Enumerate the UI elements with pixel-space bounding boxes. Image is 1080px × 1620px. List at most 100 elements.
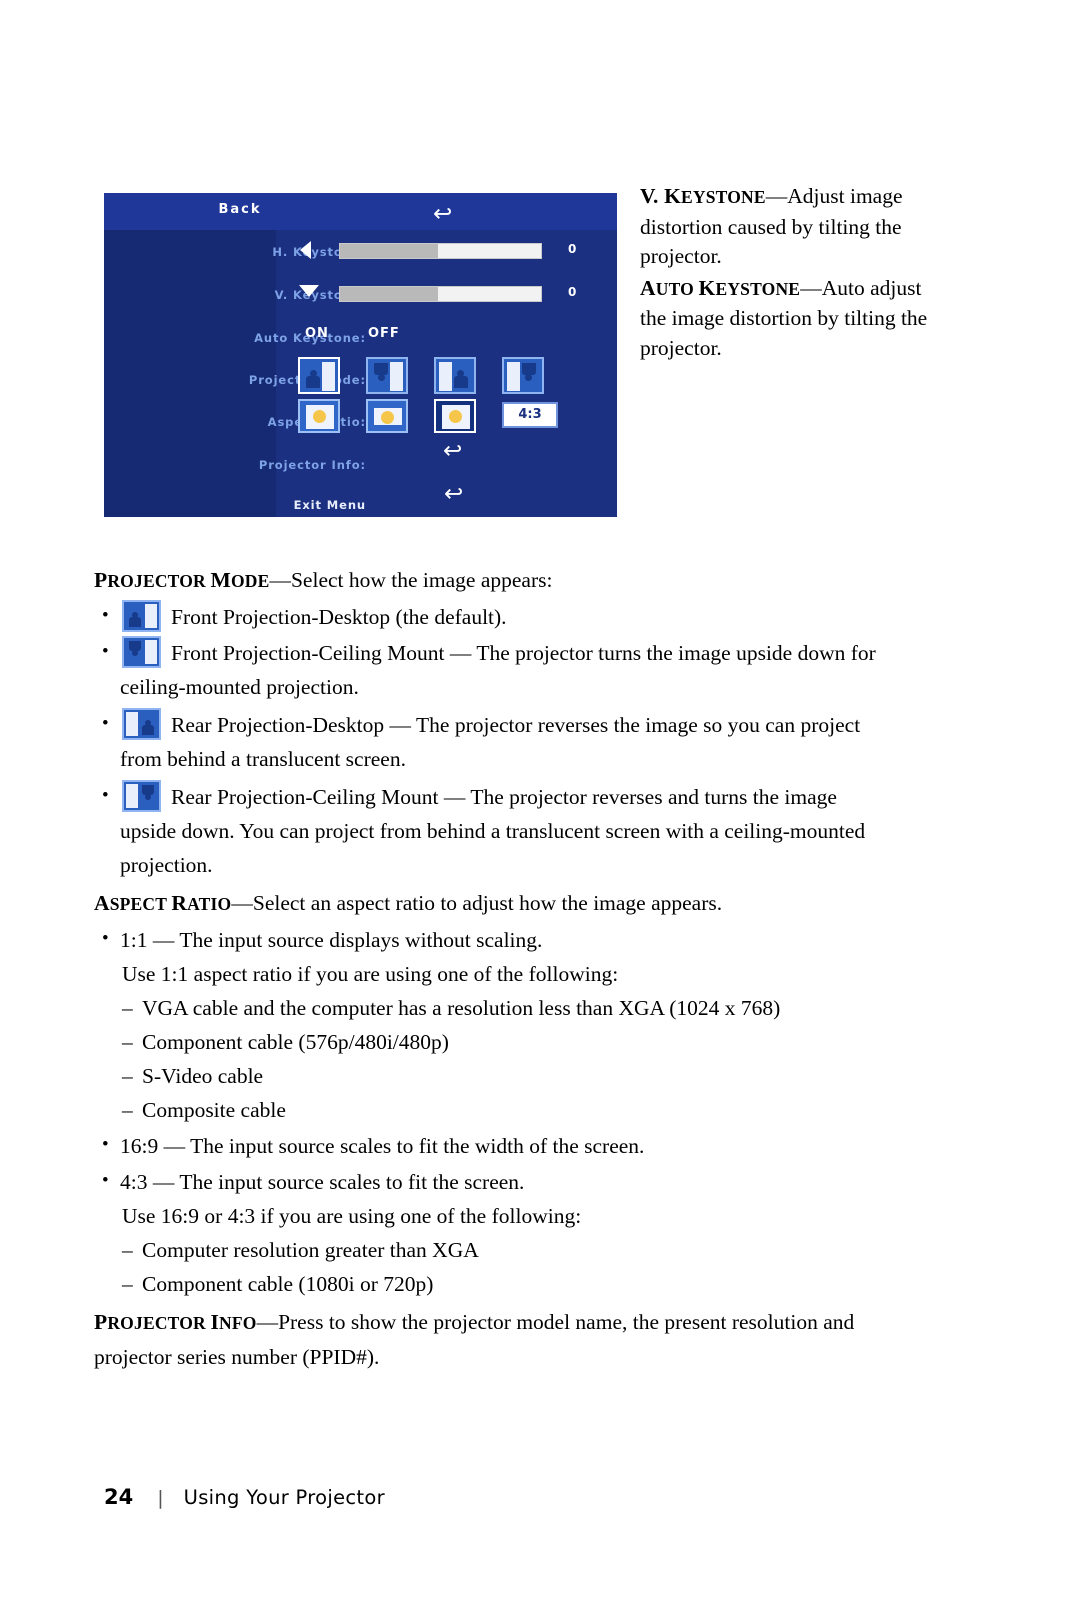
screen-icon xyxy=(145,640,157,664)
aspect-dash-1: Component cable (576p/480i/480p) xyxy=(142,1030,449,1054)
projector-info-return-arrow-icon[interactable]: ↩ xyxy=(443,440,462,463)
list-item: Component cable (576p/480i/480p) xyxy=(94,1025,894,1059)
osd-back-label[interactable]: Back xyxy=(104,202,376,217)
mode-item-3-text: Rear Projection-Ceiling Mount — The proj… xyxy=(120,785,866,877)
h-keystone-slider-fill xyxy=(340,244,438,258)
list-item: Composite cable xyxy=(94,1093,894,1127)
body-text: PROJECTOR MODE—Select how the image appe… xyxy=(94,563,894,1374)
rear-ceiling-icon xyxy=(122,780,161,812)
aspect-head-big: A xyxy=(94,891,110,915)
screen-icon xyxy=(507,362,520,391)
auto-keystone-paragraph: AUTO KEYSTONE—Auto adjust the image dist… xyxy=(640,274,940,364)
person-head-icon xyxy=(132,650,138,656)
projector-mode-head-small: ROJECTOR xyxy=(107,571,211,591)
v-keystone-slider[interactable] xyxy=(339,286,542,302)
sun-icon xyxy=(313,410,326,423)
screen-icon xyxy=(390,362,403,391)
projector-mode-paragraph: PROJECTOR MODE—Select how the image appe… xyxy=(94,563,894,598)
projector-mode-text: Select how the image appears: xyxy=(290,568,553,592)
aspect-dash-3: Composite cable xyxy=(142,1098,286,1122)
person-body-icon xyxy=(129,617,141,627)
v-keystone-slider-fill xyxy=(340,287,438,301)
mode-item-0-text: Front Projection-Desktop (the default). xyxy=(171,605,507,629)
list-item: 4:3 — The input source scales to fit the… xyxy=(94,1164,894,1199)
rear-desktop-icon xyxy=(122,708,161,740)
list-item: Component cable (1080i or 720p) xyxy=(94,1267,894,1301)
aspect-text: Select an aspect ratio to adjust how the… xyxy=(252,891,723,915)
v-keystone-value: 0 xyxy=(568,285,577,299)
footer-separator: | xyxy=(157,1487,164,1509)
list-item: Front Projection-Desktop (the default). xyxy=(94,599,894,634)
osd-projector-mode-rear-ceiling-icon[interactable] xyxy=(502,357,544,394)
projector-info-paragraph: PROJECTOR INFO—Press to show the project… xyxy=(94,1305,894,1374)
osd-aspect-ratio-1to1-icon[interactable] xyxy=(298,399,340,433)
list-item: VGA cable and the computer has a resolut… xyxy=(94,991,894,1025)
aspect-ratio-paragraph: ASPECT RATIO—Select an aspect ratio to a… xyxy=(94,886,894,921)
aspect-dash-5: Component cable (1080i or 720p) xyxy=(142,1272,434,1296)
screen-icon xyxy=(439,362,452,391)
footer-title: Using Your Projector xyxy=(183,1486,385,1509)
aspect-bullet-1-sub: Use 1:1 aspect ratio if you are using on… xyxy=(94,957,894,991)
h-keystone-left-arrow-icon[interactable] xyxy=(300,241,311,259)
v-keystone-head-small: EYSTONE xyxy=(681,187,766,207)
list-item: Rear Projection-Ceiling Mount — The proj… xyxy=(94,779,894,882)
projector-mode-head-big2: M xyxy=(210,568,231,592)
aspect-bullet-3-sub: Use 16:9 or 4:3 if you are using one of … xyxy=(94,1199,894,1233)
osd-projector-mode-front-desktop-icon[interactable] xyxy=(298,357,340,394)
page-number: 24 xyxy=(104,1485,134,1509)
front-desktop-icon xyxy=(122,600,161,632)
h-keystone-value: 0 xyxy=(568,242,577,256)
info-dash: — xyxy=(256,1310,279,1334)
person-head-icon xyxy=(145,720,151,726)
osd-projector-mode-front-ceiling-icon[interactable] xyxy=(366,357,408,394)
person-head-icon xyxy=(457,370,464,377)
aspect-bullet-1-sub-text: Use 1:1 aspect ratio if you are using on… xyxy=(122,962,619,986)
v-keystone-down-arrow-icon[interactable] xyxy=(299,285,319,297)
osd-row-label-projector-info: Projector Info: xyxy=(258,458,366,472)
osd-projector-mode-rear-desktop-icon[interactable] xyxy=(434,357,476,394)
auto-keystone-on-option[interactable]: ON xyxy=(305,326,329,341)
aspect-bullet-2: 16:9 — The input source scales to fit th… xyxy=(120,1134,645,1158)
projector-mode-head-small2: ODE xyxy=(230,571,270,591)
v-keystone-head-big: V. K xyxy=(640,184,682,208)
info-head-small2: NFO xyxy=(219,1313,257,1333)
person-head-icon xyxy=(310,370,317,377)
screen-icon xyxy=(322,362,335,391)
aspect-bullet-3-sub-text: Use 16:9 or 4:3 if you are using one of … xyxy=(122,1204,582,1228)
aspect-dash-0: VGA cable and the computer has a resolut… xyxy=(142,996,781,1020)
info-head-small: ROJECTOR xyxy=(107,1313,211,1333)
auto-keystone-off-option[interactable]: OFF xyxy=(368,326,400,341)
back-return-arrow-icon[interactable]: ↩ xyxy=(433,203,452,226)
person-body-icon xyxy=(306,376,320,388)
list-item: 1:1 — The input source displays without … xyxy=(94,922,894,957)
auto-keystone-head-big: A xyxy=(640,275,656,300)
exit-menu-return-arrow-icon[interactable]: ↩ xyxy=(444,483,463,506)
mode-item-1-text: Front Projection-Ceiling Mount — The pro… xyxy=(120,641,876,699)
info-head-big2: I xyxy=(210,1310,220,1334)
auto-keystone-head-small: UTO xyxy=(655,278,699,299)
h-keystone-slider[interactable] xyxy=(339,243,542,259)
v-keystone-paragraph: V. KEYSTONE—Adjust image distortion caus… xyxy=(640,182,940,272)
v-keystone-dash: — xyxy=(765,184,788,208)
list-item: 16:9 — The input source scales to fit th… xyxy=(94,1128,894,1163)
person-head-icon xyxy=(132,612,138,618)
page-footer: 24 | Using Your Projector xyxy=(104,1485,804,1509)
right-column-text: V. KEYSTONE—Adjust image distortion caus… xyxy=(640,182,940,363)
person-head-icon xyxy=(525,374,532,381)
sun-icon xyxy=(449,410,462,423)
info-head-big: P xyxy=(94,1310,108,1334)
aspect-dash-2: S-Video cable xyxy=(142,1064,264,1088)
osd-aspect-ratio-4to3-icon[interactable] xyxy=(434,399,476,433)
osd-row-label-exit-menu[interactable]: Exit Menu xyxy=(104,498,366,512)
person-head-icon xyxy=(145,794,151,800)
mode-item-2-text: Rear Projection-Desktop — The projector … xyxy=(120,713,861,771)
osd-aspect-ratio-16to9-icon[interactable] xyxy=(366,399,408,433)
person-head-icon xyxy=(378,374,385,381)
auto-keystone-head-big2: K xyxy=(698,275,716,300)
aspect-head-small2: ATIO xyxy=(187,894,232,914)
person-body-icon xyxy=(454,376,468,388)
projector-mode-head-big: P xyxy=(94,568,108,592)
auto-keystone-dash: — xyxy=(800,275,822,300)
aspect-dash-4: Computer resolution greater than XGA xyxy=(142,1238,479,1262)
aspect-head-big2: R xyxy=(171,891,188,915)
